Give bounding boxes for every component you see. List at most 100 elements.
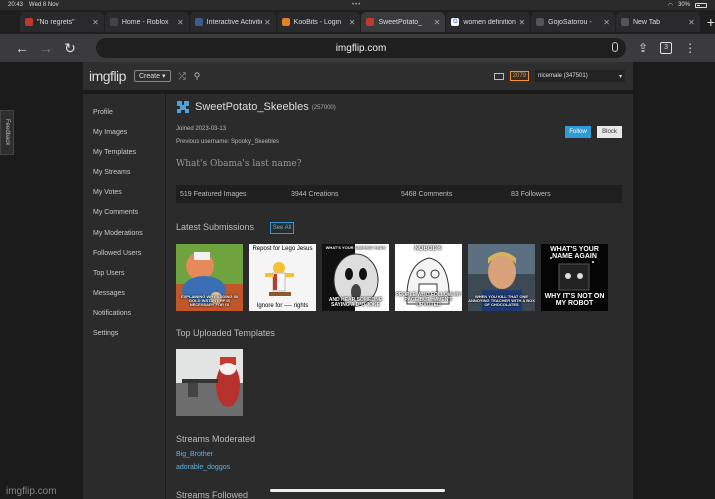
meme-caption-top: NOBODY: (414, 246, 443, 252)
meme-caption-bottom: AND HEAR SOMEONE SAYING A D*D JOKE (328, 297, 383, 308)
reload-icon[interactable]: ↻ (58, 40, 82, 57)
microphone-icon[interactable] (612, 42, 618, 52)
streams-moderated-title: Streams Moderated (176, 434, 256, 444)
user-menu[interactable]: nicemale (347501) ▾ (535, 70, 625, 82)
points-badge[interactable]: 2079 (509, 71, 529, 81)
create-label: Create (138, 72, 160, 80)
stream-link[interactable]: Big_Brother (176, 451, 213, 458)
more-menu-icon[interactable]: ⋮ (684, 41, 696, 55)
imgflip-watermark: imgflip.com (6, 486, 57, 497)
profile-sidebar: Profile My Images My Templates My Stream… (83, 94, 165, 499)
browser-tab-active[interactable]: SweetPotato_ ✕ (361, 12, 446, 32)
close-tab-icon[interactable]: ✕ (518, 18, 525, 27)
profile-username: SweetPotato_Skeebles (195, 101, 309, 113)
sidebar-item-my-votes[interactable]: My Votes (83, 184, 165, 204)
sidebar-item-settings[interactable]: Settings (83, 325, 165, 345)
status-right: ◠ 30% (668, 2, 707, 9)
close-tab-icon[interactable]: ✕ (688, 18, 695, 27)
sidebar-item-profile[interactable]: Profile (83, 104, 165, 124)
new-tab-plus-icon[interactable]: + (707, 14, 715, 30)
meme-thumbnail[interactable]: Repost for Lego Jesus Ignore for ---- ri… (249, 244, 316, 311)
sidebar-item-my-moderations[interactable]: My Moderations (83, 225, 165, 245)
close-tab-icon[interactable]: ✕ (92, 18, 99, 27)
browser-toolbar: ← → ↻ imgflip.com ⇪ 3 ⋮ (0, 34, 715, 62)
tab-switcher-button[interactable]: 3 (660, 42, 673, 54)
sidebar-item-my-streams[interactable]: My Streams (83, 164, 165, 184)
sidebar-item-notifications[interactable]: Notifications (83, 305, 165, 325)
chevron-down-icon: ▾ (618, 73, 622, 80)
browser-tab[interactable]: Home - Roblox ✕ (104, 12, 189, 32)
template-image (176, 349, 243, 416)
browser-tab[interactable]: "No regrets" ✕ (20, 12, 104, 32)
close-tab-icon[interactable]: ✕ (434, 18, 441, 27)
meme-caption-top: Repost for Lego Jesus (252, 246, 313, 252)
profile-bio: What's Obama's last name? (176, 159, 302, 169)
web-page: imgflip Create ▾ ⤮ ⚲ 2079 nicemale (3475… (0, 62, 715, 499)
browser-tab[interactable]: KooBits - Login ✕ (276, 12, 361, 32)
stat-comments[interactable]: 5468 Comments (401, 191, 452, 198)
user-avatar-icon (176, 100, 190, 114)
mail-icon[interactable] (493, 72, 504, 80)
meme-caption-top: WHAT'S YOUR NAME AGAIN (550, 246, 599, 260)
sidebar-item-my-comments[interactable]: My Comments (83, 204, 165, 224)
stat-followers[interactable]: 83 Followers (511, 191, 551, 198)
profile-points: (257000) (311, 105, 336, 111)
meme-thumbnail[interactable]: EXPLAINING WHY ADDING 50 GOLD INSTANT HP… (176, 244, 243, 311)
wifi-icon: ◠ (667, 2, 673, 9)
meme-thumbnail[interactable]: WHAT'S YOUR NAME AGAIN WHY IT'S NOT ON M… (541, 244, 608, 311)
close-tab-icon[interactable]: ✕ (603, 18, 610, 27)
home-indicator[interactable] (270, 489, 445, 492)
status-bar: 20:43 Wed 8 Nov ••• ◠ 30% (0, 0, 715, 10)
search-icon[interactable]: ⚲ (194, 71, 201, 82)
tab-strip: "No regrets" ✕ Home - Roblox ✕ Interacti… (0, 10, 715, 34)
shuffle-icon[interactable]: ⤮ (179, 71, 186, 82)
close-tab-icon[interactable]: ✕ (177, 18, 184, 27)
site-header: imgflip Create ▾ ⤮ ⚲ 2079 nicemale (3475… (83, 62, 633, 90)
google-favicon-icon: G (451, 18, 460, 26)
imgflip-favicon-icon (366, 18, 375, 26)
meme-thumbnail[interactable]: WHAT'S YOUR DEEPEST FEAR AND HEAR SOMEON… (322, 244, 389, 311)
block-button[interactable]: Block (597, 126, 622, 138)
multitasking-dots-icon[interactable]: ••• (352, 2, 361, 8)
meme-caption-bottom: Ignore for ---- rights (256, 303, 309, 309)
activity-favicon-icon (194, 18, 203, 26)
stat-creations[interactable]: 3944 Creations (291, 191, 338, 198)
tab-title: women definition (463, 18, 516, 26)
stats-bar: 519 Featured Images 3944 Creations 5468 … (176, 185, 622, 203)
browser-tab[interactable]: New Tab ✕ (615, 12, 700, 32)
latest-submissions-grid: EXPLAINING WHY ADDING 50 GOLD INSTANT HP… (176, 244, 608, 311)
header-user-area: 2079 nicemale (347501) ▾ (493, 70, 625, 82)
chevron-down-icon: ▾ (161, 73, 166, 80)
sidebar-item-messages[interactable]: Messages (83, 285, 165, 305)
sidebar-item-my-images[interactable]: My Images (83, 124, 165, 144)
see-all-button[interactable]: See All (270, 222, 294, 234)
follow-button[interactable]: Follow (565, 126, 591, 138)
stream-link[interactable]: adorable_doggos (176, 464, 230, 471)
template-thumbnail[interactable] (176, 349, 243, 416)
page-favicon-icon (536, 18, 545, 26)
newtab-favicon-icon (620, 18, 629, 26)
sidebar-item-my-templates[interactable]: My Templates (83, 144, 165, 164)
user-menu-label: nicemale (347501) (538, 73, 588, 79)
status-time: 20:43 (8, 2, 24, 8)
meme-thumbnail[interactable]: WHEN YOU KILL THAT ONE ANNOYING TEACHER … (468, 244, 535, 311)
sidebar-item-followed-users[interactable]: Followed Users (83, 245, 165, 265)
forward-arrow-icon[interactable]: → (34, 40, 58, 56)
meme-thumbnail[interactable]: NOBODY: PEOPLE WHO FOLLOW MY PAGE BUT HA… (395, 244, 462, 311)
top-templates-title: Top Uploaded Templates (176, 328, 275, 338)
tab-title: SweetPotato_ (378, 18, 423, 26)
create-button[interactable]: Create ▾ (133, 70, 171, 82)
feedback-tab[interactable]: Feedback (0, 110, 14, 155)
back-arrow-icon[interactable]: ← (10, 40, 34, 56)
imgflip-logo[interactable]: imgflip (89, 68, 126, 84)
browser-tab[interactable]: Interactive Activities ✕ (189, 12, 276, 32)
browser-tab[interactable]: G women definition ✕ (446, 12, 531, 32)
browser-tab[interactable]: GojoSatorou - ✕ (531, 12, 615, 32)
sidebar-item-top-users[interactable]: Top Users (83, 265, 165, 285)
address-bar[interactable]: imgflip.com (96, 38, 626, 58)
close-tab-icon[interactable]: ✕ (349, 18, 356, 27)
roblox-favicon-icon (109, 18, 118, 26)
share-icon[interactable]: ⇪ (638, 41, 648, 55)
stat-featured[interactable]: 519 Featured Images (180, 191, 247, 198)
close-tab-icon[interactable]: ✕ (264, 18, 271, 27)
